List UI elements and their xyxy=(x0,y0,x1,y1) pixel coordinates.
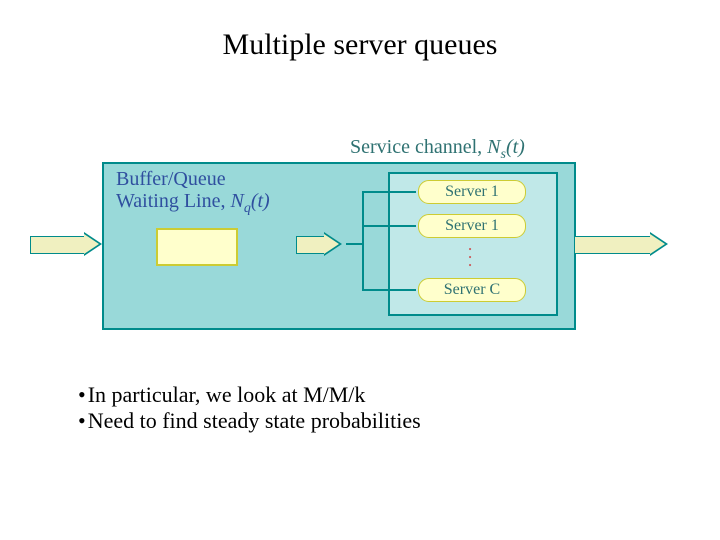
branch-to-s1 xyxy=(362,191,416,193)
bullet-1: In particular, we look at M/M/k xyxy=(78,382,421,408)
branch-in xyxy=(346,243,363,245)
bullet-list: In particular, we look at M/M/k Need to … xyxy=(78,382,421,434)
branch-vertical xyxy=(362,191,364,291)
server-c: Server C xyxy=(418,278,526,302)
service-channel-label: Service channel, Ns(t) xyxy=(350,136,525,163)
buffer-label: Buffer/Queue Waiting Line, Nq(t) xyxy=(116,168,270,216)
branch-to-sc xyxy=(362,289,416,291)
slide-title: Multiple server queues xyxy=(0,0,720,62)
ellipsis: ··· xyxy=(466,246,473,270)
branch-to-s2 xyxy=(362,225,416,227)
bullet-2: Need to find steady state probabilities xyxy=(78,408,421,434)
server-2: Server 1 xyxy=(418,214,526,238)
server-1: Server 1 xyxy=(418,180,526,204)
queue-box xyxy=(156,228,238,266)
queue-diagram: Service channel, Ns(t) Buffer/Queue Wait… xyxy=(30,130,670,340)
